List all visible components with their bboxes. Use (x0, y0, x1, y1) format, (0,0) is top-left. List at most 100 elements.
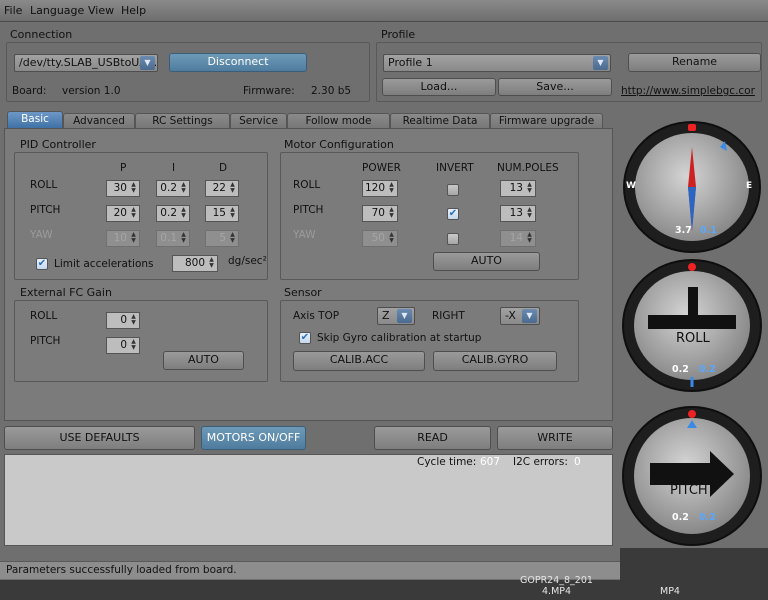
pitch-label: PITCH (670, 483, 708, 498)
load-button[interactable]: Load... (382, 78, 496, 96)
tab-basic[interactable]: Basic (7, 111, 63, 129)
axis-right-value: -X (505, 309, 516, 322)
sensor-title: Sensor (284, 286, 322, 299)
rename-button[interactable]: Rename (628, 53, 761, 72)
motor-yaw-invert-checkbox[interactable] (447, 233, 459, 245)
compass-west: W (626, 181, 636, 191)
pid-row-label: YAW (30, 229, 53, 241)
chevron-down-icon: ▼ (397, 309, 412, 323)
tab-firmware-upgrade[interactable]: Firmware upgrade (490, 113, 603, 129)
motor-roll-invert-checkbox[interactable] (447, 184, 459, 196)
limit-accelerations-input[interactable]: 800 ▲ ▼ (172, 255, 218, 272)
firmware-version: 2.30 b5 (311, 85, 352, 97)
connection-title: Connection (10, 28, 73, 41)
extfc-roll-input[interactable]: 0 ▲ ▼ (106, 312, 140, 329)
disconnect-button[interactable]: Disconnect (169, 53, 307, 72)
cycle-time-value: 607 (480, 456, 501, 468)
motor-roll-poles-input[interactable]: 13 ▲ ▼ (500, 180, 536, 197)
pid-roll-i-input[interactable]: 0.2 ▲ ▼ (156, 180, 190, 197)
chevron-down-icon: ▼ (522, 309, 537, 323)
extfc-pitch-label: PITCH (30, 335, 61, 347)
skip-gyro-label: Skip Gyro calibration at startup (317, 332, 482, 344)
motors-toggle-button[interactable]: MOTORS ON/OFF (201, 426, 306, 450)
motor-pitch-invert-checkbox[interactable]: ✔ (447, 208, 459, 220)
menu-file[interactable]: File (4, 4, 22, 17)
desktop-file-label: MP4 (660, 586, 680, 597)
pitch-arrow-icon (650, 410, 734, 497)
calib-acc-button[interactable]: CALIB.ACC (293, 351, 425, 371)
read-button[interactable]: READ (374, 426, 491, 450)
extfc-pitch-input[interactable]: 0 ▲ ▼ (106, 337, 140, 354)
axis-right-select[interactable]: -X ▼ (500, 307, 540, 325)
motor-yaw-power-input: 50 ▲ ▼ (362, 230, 398, 247)
axis-top-value: Z (382, 309, 390, 322)
pid-row-label: ROLL (30, 179, 58, 191)
motor-row-label: ROLL (293, 179, 321, 191)
chevron-down-icon: ▼ (593, 56, 608, 70)
motor-auto-button[interactable]: AUTO (433, 252, 540, 271)
motor-pitch-poles-input[interactable]: 13 ▲ ▼ (500, 205, 536, 222)
pid-row-label: PITCH (30, 204, 61, 216)
desktop-file-label: 4.MP4 (542, 586, 572, 597)
desktop-strip (0, 580, 768, 600)
motor-yaw-poles-input: 14 ▲ ▼ (500, 230, 536, 247)
pid-roll-p-input[interactable]: 30 ▲ ▼ (106, 180, 140, 197)
calib-gyro-button[interactable]: CALIB.GYRO (433, 351, 557, 371)
limit-accelerations-label: Limit accelerations (54, 258, 154, 270)
skip-gyro-checkbox[interactable]: ✔ (299, 332, 311, 344)
save-button[interactable]: Save... (498, 78, 612, 96)
compass-value-2: 0.1 (700, 225, 717, 236)
axis-top-label: Axis TOP (293, 310, 340, 322)
axis-top-select[interactable]: Z ▼ (377, 307, 415, 325)
port-select[interactable]: /dev/tty.SLAB_USBtoUA... ▼ (14, 54, 158, 72)
pid-yaw-p-input: 10 ▲ ▼ (106, 230, 140, 247)
motor-header-invert: INVERT (436, 162, 474, 174)
limit-accelerations-checkbox[interactable]: ✔ (36, 258, 48, 270)
compass-value-1: 3.7 (675, 225, 692, 236)
pid-yaw-i-input: 0.1 ▲ ▼ (156, 230, 190, 247)
pid-yaw-d-input: 5 ▲ ▼ (205, 230, 239, 247)
chevron-down-icon: ▼ (140, 56, 155, 70)
cycle-time-label: Cycle time: (417, 456, 477, 468)
pid-pitch-p-input[interactable]: 20 ▲ ▼ (106, 205, 140, 222)
tab-realtime-data[interactable]: Realtime Data (390, 113, 490, 129)
port-value: /dev/tty.SLAB_USBtoUA... (19, 56, 158, 69)
tab-follow-mode[interactable]: Follow mode (287, 113, 390, 129)
pid-header-i: I (172, 162, 176, 174)
menu-bar: File Language View Help (0, 0, 768, 22)
compass-east: E (746, 181, 753, 191)
motor-title: Motor Configuration (284, 138, 394, 151)
menu-language[interactable]: Language (30, 4, 84, 17)
roll-horizon-icon (648, 263, 736, 387)
pid-roll-d-input[interactable]: 22 ▲ ▼ (205, 180, 239, 197)
pid-header-d: D (219, 162, 228, 174)
extfc-auto-button[interactable]: AUTO (163, 351, 244, 370)
menu-view[interactable]: View (88, 4, 114, 17)
motor-row-label: YAW (293, 229, 316, 241)
write-button[interactable]: WRITE (497, 426, 613, 450)
pid-header-p: P (120, 162, 127, 174)
motor-roll-power-input[interactable]: 120 ▲ ▼ (362, 180, 398, 197)
tab-advanced[interactable]: Advanced (63, 113, 135, 129)
pid-pitch-d-input[interactable]: 15 ▲ ▼ (205, 205, 239, 222)
pid-pitch-i-input[interactable]: 0.2 ▲ ▼ (156, 205, 190, 222)
pitch-value-1: 0.2 (672, 512, 689, 523)
motor-pitch-power-input[interactable]: 70 ▲ ▼ (362, 205, 398, 222)
profile-value: Profile 1 (388, 56, 433, 69)
tab-rc-settings[interactable]: RC Settings (135, 113, 230, 129)
motor-row-label: PITCH (293, 204, 324, 216)
compass-needle-icon (688, 124, 727, 231)
menu-help[interactable]: Help (121, 4, 146, 17)
use-defaults-button[interactable]: USE DEFAULTS (4, 426, 195, 450)
i2c-errors-value: 0 (574, 456, 581, 468)
i2c-errors-label: I2C errors: (513, 456, 568, 468)
board-version: version 1.0 (62, 85, 121, 97)
tab-service[interactable]: Service (230, 113, 287, 129)
profile-select[interactable]: Profile 1 ▼ (383, 54, 611, 72)
roll-value-1: 0.2 (672, 364, 689, 375)
roll-value-2: 0.2 (699, 364, 716, 375)
desktop-file-label: GOPR24_8_201 (520, 575, 593, 586)
extfc-title: External FC Gain (20, 286, 112, 299)
website-link[interactable]: http://www.simplebgc.cor (621, 85, 755, 97)
motor-header-poles: NUM.POLES (497, 162, 559, 174)
